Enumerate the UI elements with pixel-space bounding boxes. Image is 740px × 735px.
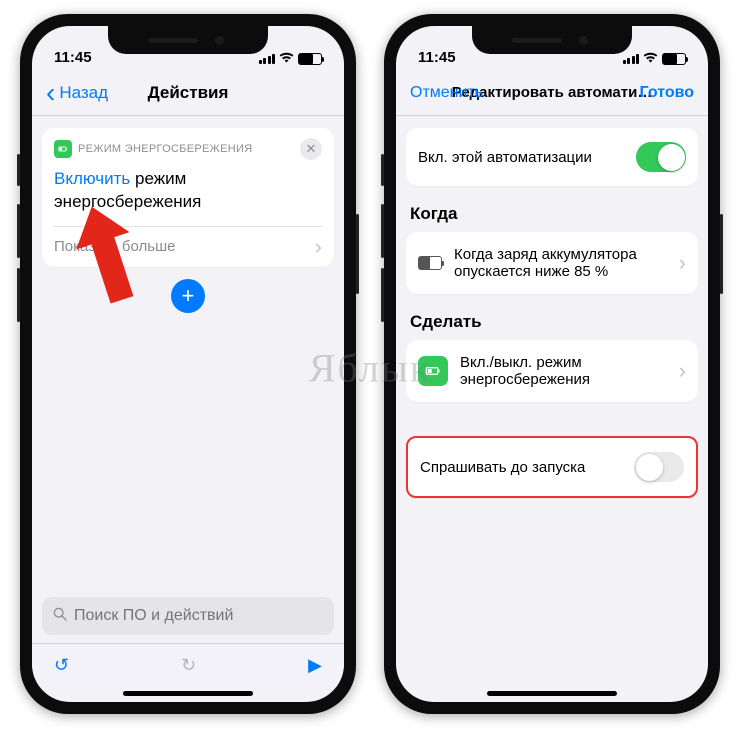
ask-before-run-row: Спрашивать до запуска <box>406 436 698 498</box>
action-keyword[interactable]: Включить <box>54 169 130 188</box>
notch <box>472 26 632 54</box>
run-icon[interactable]: ▶ <box>308 655 322 676</box>
phone-right: 11:45 Отменить Редактировать автомати… Г… <box>384 14 720 714</box>
search-input[interactable] <box>74 607 324 625</box>
enable-automation-row: Вкл. этой автоматизации <box>406 128 698 186</box>
low-power-icon <box>54 140 72 158</box>
back-button[interactable]: Назад <box>46 83 108 103</box>
status-time: 11:45 <box>418 49 456 66</box>
status-time: 11:45 <box>54 49 92 66</box>
cancel-button[interactable]: Отменить <box>410 84 483 102</box>
search-field[interactable] <box>42 597 334 635</box>
bottom-toolbar: ↺ ↻ ▶ <box>32 643 344 687</box>
done-button[interactable]: Готово <box>640 84 694 102</box>
wifi-icon <box>643 51 658 66</box>
phone-left: 11:45 Назад Действия <box>20 14 356 714</box>
navbar: Назад Действия <box>32 70 344 116</box>
card-header: РЕЖИМ ЭНЕРГОСБЕРЕЖЕНИЯ <box>78 143 252 155</box>
enable-toggle[interactable] <box>636 142 686 172</box>
add-action-button[interactable]: + <box>171 279 205 313</box>
undo-icon[interactable]: ↺ <box>54 655 69 676</box>
when-label: Когда <box>410 204 694 224</box>
home-indicator[interactable] <box>487 691 617 696</box>
wifi-icon <box>279 51 294 66</box>
navbar: Отменить Редактировать автомати… Готово <box>396 70 708 116</box>
do-label: Сделать <box>410 312 694 332</box>
search-icon <box>52 606 68 627</box>
annotation-arrow <box>76 204 146 319</box>
low-power-icon <box>418 356 448 386</box>
signal-icon <box>259 54 276 64</box>
remove-action-button[interactable]: ✕ <box>300 138 322 160</box>
notch <box>108 26 268 54</box>
home-indicator[interactable] <box>123 691 253 696</box>
battery-icon <box>662 53 686 65</box>
when-row[interactable]: Когда заряд аккумулятора опускается ниже… <box>406 232 698 294</box>
battery-icon <box>298 53 322 65</box>
ask-toggle[interactable] <box>634 452 684 482</box>
do-row[interactable]: Вкл./выкл. режим энергосбережения › <box>406 340 698 402</box>
battery-level-icon <box>418 256 442 270</box>
signal-icon <box>623 54 640 64</box>
redo-icon: ↻ <box>181 655 196 676</box>
